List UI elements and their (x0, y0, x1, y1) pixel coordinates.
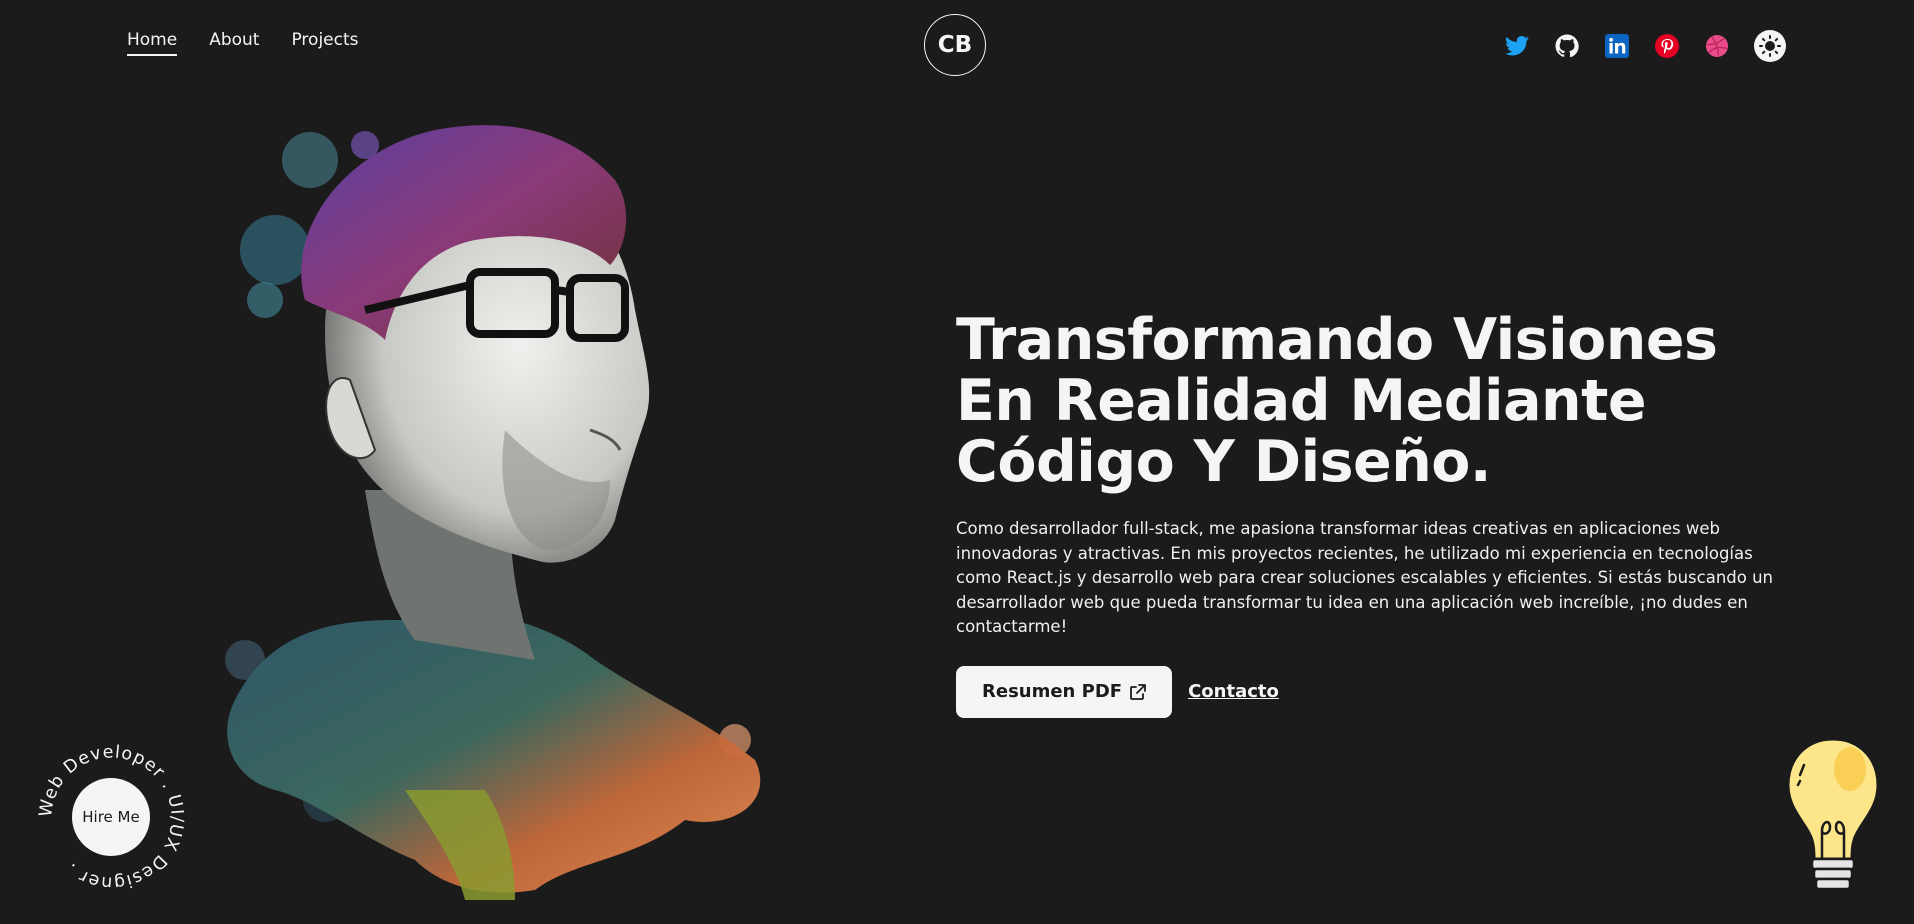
hero-description: Como desarrollador full-stack, me apasio… (956, 519, 1774, 636)
hero-actions: Resumen PDF Contacto (956, 665, 1806, 718)
external-link-icon (1130, 683, 1146, 700)
nav-home[interactable]: Home (127, 30, 178, 56)
resume-pdf-button[interactable]: Resumen PDF (956, 665, 1173, 718)
github-icon[interactable] (1554, 33, 1580, 59)
resume-pdf-label: Resumen PDF (982, 681, 1123, 702)
headline-line-2: En Realidad Mediante (956, 368, 1647, 434)
logo-text: CB (937, 32, 973, 58)
hero-headline: Transformando Visiones En Realidad Media… (956, 310, 1806, 493)
twitter-icon[interactable] (1504, 33, 1530, 59)
headline-line-1: Transformando Visiones (956, 307, 1718, 373)
hire-me-label: Hire Me (82, 808, 140, 826)
linkedin-icon[interactable] (1604, 33, 1630, 59)
social-links (1504, 30, 1786, 62)
lightbulb-icon (1786, 737, 1880, 899)
headline-line-3: Código Y Diseño. (956, 429, 1492, 495)
nav-about[interactable]: About (209, 30, 259, 56)
dribbble-icon[interactable] (1704, 33, 1730, 59)
contact-link[interactable]: Contacto (1188, 681, 1279, 702)
pinterest-icon[interactable] (1654, 33, 1680, 59)
nav-projects[interactable]: Projects (291, 30, 358, 56)
hire-me-badge: Web Developer . UI/UX Designer . Hire Me (34, 740, 189, 895)
page: Home About Projects CB Transformando Vis… (0, 0, 1914, 924)
main-nav: Home About Projects (127, 30, 359, 56)
profile-portrait-illustration (225, 125, 761, 900)
site-logo[interactable]: CB (924, 14, 986, 76)
hero-section: Transformando Visiones En Realidad Media… (956, 310, 1806, 718)
sun-icon (1759, 35, 1781, 57)
theme-toggle-button[interactable] (1754, 30, 1786, 62)
hire-me-button[interactable]: Hire Me (72, 778, 150, 856)
